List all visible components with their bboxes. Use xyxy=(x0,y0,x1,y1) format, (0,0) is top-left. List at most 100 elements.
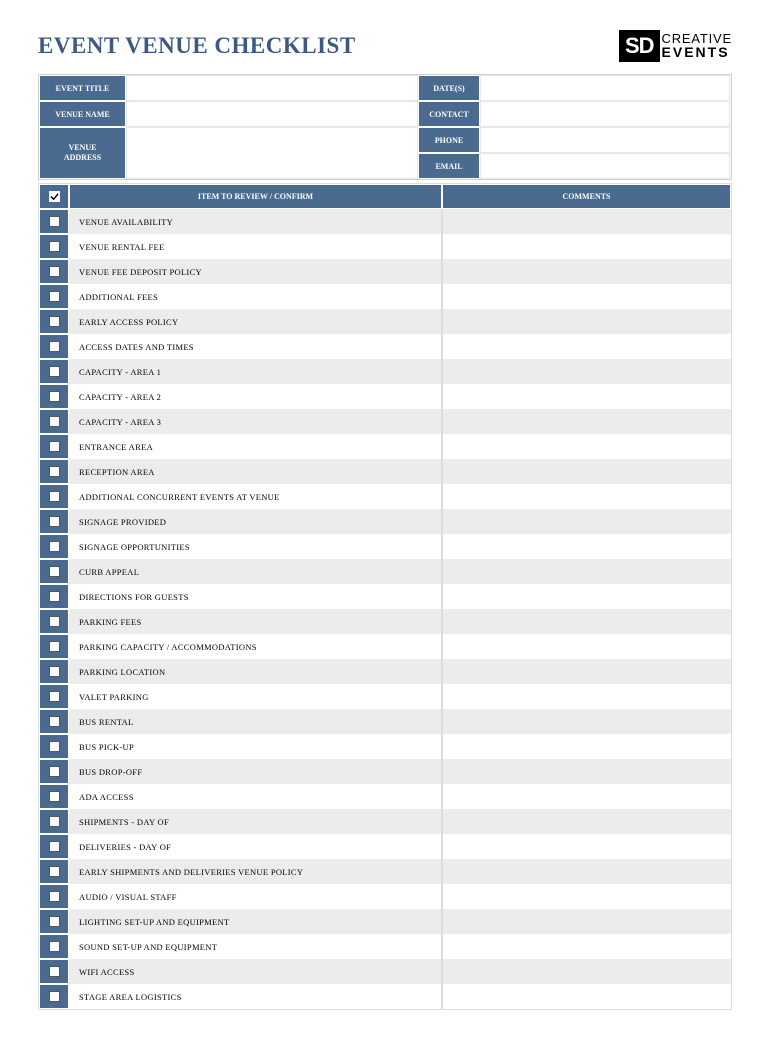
comments-cell[interactable] xyxy=(442,784,731,809)
header-check-cell xyxy=(39,184,69,209)
item-cell: VENUE FEE DEPOSIT POLICY xyxy=(69,259,442,284)
checkbox[interactable] xyxy=(49,391,60,402)
checkbox[interactable] xyxy=(49,716,60,727)
check-all-icon[interactable] xyxy=(49,191,60,202)
item-cell: CAPACITY - AREA 1 xyxy=(69,359,442,384)
checklist-table: ITEM TO REVIEW / CONFIRM COMMENTS VENUE … xyxy=(38,183,732,1010)
comments-cell[interactable] xyxy=(442,859,731,884)
email-label: EMAIL xyxy=(418,153,480,179)
checkbox[interactable] xyxy=(49,366,60,377)
comments-cell[interactable] xyxy=(442,809,731,834)
comments-cell[interactable] xyxy=(442,284,731,309)
checkbox[interactable] xyxy=(49,666,60,677)
checkbox[interactable] xyxy=(49,216,60,227)
item-cell: DIRECTIONS FOR GUESTS xyxy=(69,584,442,609)
checkbox[interactable] xyxy=(49,766,60,777)
header: EVENT VENUE CHECKLIST SD CREATIVE EVENTS xyxy=(38,30,732,62)
item-cell: PARKING LOCATION xyxy=(69,659,442,684)
table-row: DIRECTIONS FOR GUESTS xyxy=(39,584,731,609)
comments-cell[interactable] xyxy=(442,984,731,1009)
checkbox[interactable] xyxy=(49,316,60,327)
comments-cell[interactable] xyxy=(442,759,731,784)
checkbox[interactable] xyxy=(49,491,60,502)
comments-cell[interactable] xyxy=(442,734,731,759)
checkbox[interactable] xyxy=(49,791,60,802)
item-cell: ADA ACCESS xyxy=(69,784,442,809)
checkbox[interactable] xyxy=(49,641,60,652)
comments-cell[interactable] xyxy=(442,959,731,984)
comments-cell[interactable] xyxy=(442,534,731,559)
comments-cell[interactable] xyxy=(442,609,731,634)
dates-field[interactable] xyxy=(480,75,730,101)
comments-cell[interactable] xyxy=(442,634,731,659)
item-cell: SIGNAGE OPPORTUNITIES xyxy=(69,534,442,559)
checkbox[interactable] xyxy=(49,991,60,1002)
comments-cell[interactable] xyxy=(442,209,731,234)
comments-cell[interactable] xyxy=(442,234,731,259)
table-row: PARKING LOCATION xyxy=(39,659,731,684)
venue-address-field[interactable] xyxy=(126,127,418,179)
checkbox[interactable] xyxy=(49,816,60,827)
comments-cell[interactable] xyxy=(442,484,731,509)
event-title-field[interactable] xyxy=(126,75,418,101)
comments-cell[interactable] xyxy=(442,909,731,934)
checkbox[interactable] xyxy=(49,416,60,427)
phone-field[interactable] xyxy=(480,127,730,153)
check-cell xyxy=(39,909,69,934)
comments-cell[interactable] xyxy=(442,384,731,409)
checkbox[interactable] xyxy=(49,241,60,252)
table-row: STAGE AREA LOGISTICS xyxy=(39,984,731,1009)
check-cell xyxy=(39,384,69,409)
item-cell: AUDIO / VISUAL STAFF xyxy=(69,884,442,909)
checkbox[interactable] xyxy=(49,516,60,527)
check-cell xyxy=(39,709,69,734)
venue-name-field[interactable] xyxy=(126,101,418,127)
comments-cell[interactable] xyxy=(442,684,731,709)
comments-cell[interactable] xyxy=(442,884,731,909)
checkbox[interactable] xyxy=(49,891,60,902)
comments-cell[interactable] xyxy=(442,309,731,334)
email-field[interactable] xyxy=(480,153,730,179)
comments-cell[interactable] xyxy=(442,459,731,484)
checkbox[interactable] xyxy=(49,591,60,602)
comments-cell[interactable] xyxy=(442,934,731,959)
phone-label: PHONE xyxy=(418,127,480,153)
comments-cell[interactable] xyxy=(442,409,731,434)
comments-cell[interactable] xyxy=(442,659,731,684)
table-row: ADDITIONAL CONCURRENT EVENTS AT VENUE xyxy=(39,484,731,509)
table-row: VENUE AVAILABILITY xyxy=(39,209,731,234)
comments-cell[interactable] xyxy=(442,559,731,584)
checkbox[interactable] xyxy=(49,741,60,752)
comments-cell[interactable] xyxy=(442,834,731,859)
dates-label: DATE(S) xyxy=(418,75,480,101)
item-cell: CURB APPEAL xyxy=(69,559,442,584)
comments-cell[interactable] xyxy=(442,334,731,359)
checkbox[interactable] xyxy=(49,341,60,352)
checkbox[interactable] xyxy=(49,916,60,927)
checkbox[interactable] xyxy=(49,291,60,302)
checkbox[interactable] xyxy=(49,691,60,702)
comments-cell[interactable] xyxy=(442,434,731,459)
contact-field[interactable] xyxy=(480,101,730,127)
checkbox[interactable] xyxy=(49,966,60,977)
checkbox[interactable] xyxy=(49,466,60,477)
table-header-row: ITEM TO REVIEW / CONFIRM COMMENTS xyxy=(39,184,731,209)
table-row: RECEPTION AREA xyxy=(39,459,731,484)
checkbox[interactable] xyxy=(49,541,60,552)
checkbox[interactable] xyxy=(49,266,60,277)
comments-cell[interactable] xyxy=(442,709,731,734)
checkbox[interactable] xyxy=(49,866,60,877)
table-row: VALET PARKING xyxy=(39,684,731,709)
checkbox[interactable] xyxy=(49,616,60,627)
checkbox[interactable] xyxy=(49,441,60,452)
comments-cell[interactable] xyxy=(442,509,731,534)
table-row: SIGNAGE PROVIDED xyxy=(39,509,731,534)
checkbox[interactable] xyxy=(49,941,60,952)
checkbox[interactable] xyxy=(49,841,60,852)
comments-cell[interactable] xyxy=(442,259,731,284)
item-cell: VALET PARKING xyxy=(69,684,442,709)
comments-cell[interactable] xyxy=(442,584,731,609)
comments-cell[interactable] xyxy=(442,359,731,384)
checkbox[interactable] xyxy=(49,566,60,577)
table-row: LIGHTING SET-UP AND EQUIPMENT xyxy=(39,909,731,934)
